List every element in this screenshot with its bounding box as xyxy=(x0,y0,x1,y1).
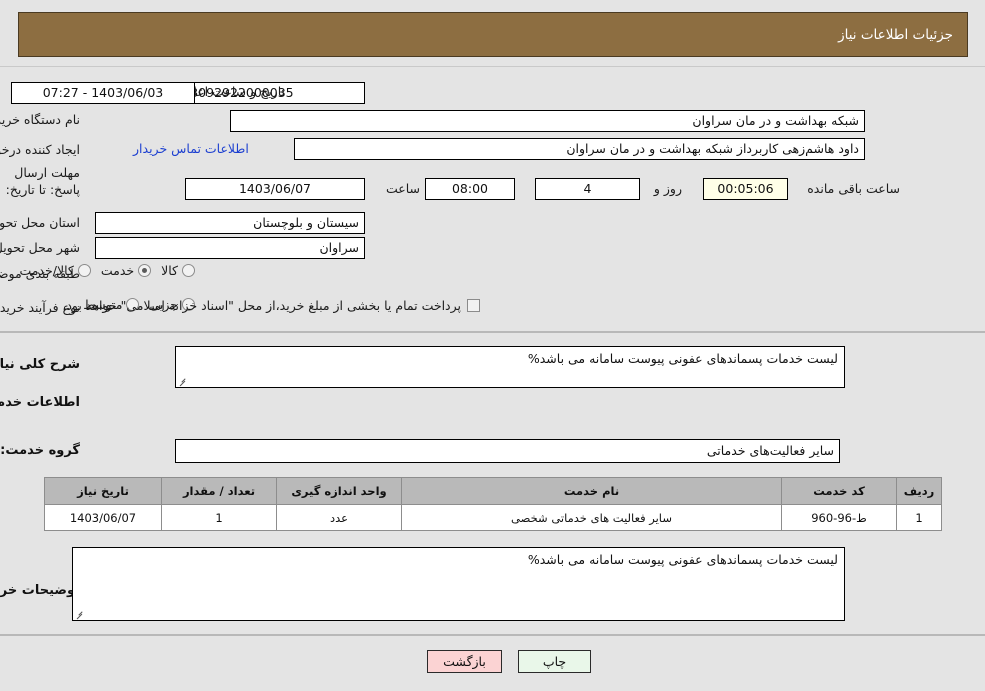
checkbox-treasury-docs[interactable] xyxy=(467,299,480,312)
radio-category-kala-label: کالا xyxy=(161,263,178,278)
radio-category-kala-khedmat-label: کالا/خدمت xyxy=(19,263,74,278)
radio-category-khedmat-label: خدمت xyxy=(100,263,135,278)
page-root: AriaTender.net جزئیات اطلاعات نیاز شماره… xyxy=(0,0,985,691)
creator-value: داود هاشم‌زهی کاربرداز شبکه بهداشت و در … xyxy=(294,138,865,160)
service-group-label: گروه خدمت: xyxy=(0,443,80,458)
radio-category-kala[interactable] xyxy=(182,264,195,277)
hour-label: ساعت xyxy=(385,181,420,196)
treasury-note-group: پرداخت تمام یا بخشی از مبلغ خرید،از محل … xyxy=(62,298,480,313)
service-group-value: سایر فعالیت‌های خدماتی xyxy=(175,439,840,463)
days-label: روز و xyxy=(653,181,682,196)
th-name: نام خدمت xyxy=(401,477,782,505)
radio-category-kala-khedmat[interactable] xyxy=(77,264,91,277)
province-label: استان محل تحویل: xyxy=(0,215,80,230)
buyer-org-value: شبکه بهداشت و در مان سراوان xyxy=(230,110,865,132)
print-button[interactable]: چاپ xyxy=(518,650,591,673)
buyer-org-label: نام دستگاه خریدار: xyxy=(0,112,80,127)
td-qty: 1 xyxy=(161,504,277,531)
treasury-note-label: پرداخت تمام یا بخشی از مبلغ خرید،از محل … xyxy=(62,298,461,313)
back-button[interactable]: بازگشت xyxy=(427,650,502,673)
td-unit: عدد xyxy=(276,504,402,531)
buyer-notes-label: توضیحات خریدار: xyxy=(0,583,80,598)
resize-grip-icon[interactable] xyxy=(178,376,188,386)
th-unit: واحد اندازه گیری xyxy=(276,477,402,505)
services-table-wrap: ردیف کد خدمت نام خدمت واحد اندازه گیری ت… xyxy=(44,477,942,531)
table-row: 1 ط-96-960 سایر فعالیت های خدماتی شخصی ع… xyxy=(44,504,942,531)
table-header-row: ردیف کد خدمت نام خدمت واحد اندازه گیری ت… xyxy=(44,477,942,505)
th-row: ردیف xyxy=(896,477,942,505)
th-qty: تعداد / مقدار xyxy=(161,477,277,505)
deadline-date-value: 1403/06/07 xyxy=(185,178,365,200)
deadline-label: مهلت ارسال پاسخ: تا تاریخ: xyxy=(5,165,80,197)
td-name: سایر فعالیت های خدماتی شخصی xyxy=(401,504,782,531)
countdown-value: 00:05:06 xyxy=(703,178,788,200)
buyer-notes-value: لیست خدمات پسماندهای عفونی پیوست سامانه … xyxy=(527,552,838,567)
td-row: 1 xyxy=(896,504,942,531)
buyer-notes-textarea[interactable]: لیست خدمات پسماندهای عفونی پیوست سامانه … xyxy=(72,547,845,621)
resize-grip-icon-2[interactable] xyxy=(75,609,85,619)
remaining-days-value: 4 xyxy=(535,178,640,200)
td-date: 1403/06/07 xyxy=(44,504,162,531)
city-value: سراوان xyxy=(95,237,365,259)
page-header: جزئیات اطلاعات نیاز xyxy=(18,12,968,57)
need-summary-label: شرح کلی نیاز: xyxy=(0,357,80,372)
creator-label: ایجاد کننده درخواست: xyxy=(0,142,80,157)
deadline-hour-value: 08:00 xyxy=(425,178,515,200)
radio-category-khedmat[interactable] xyxy=(138,264,152,277)
services-table: ردیف کد خدمت نام خدمت واحد اندازه گیری ت… xyxy=(44,477,942,531)
services-section-title: اطلاعات خدمات مورد نیاز xyxy=(0,395,80,410)
province-value: سیستان و بلوچستان xyxy=(95,212,365,234)
buyer-contact-link[interactable]: اطلاعات تماس خریدار xyxy=(133,141,249,156)
city-label: شهر محل تحویل: xyxy=(0,240,80,255)
page-title: جزئیات اطلاعات نیاز xyxy=(838,26,953,43)
need-summary-textarea[interactable]: لیست خدمات پسماندهای عفونی پیوست سامانه … xyxy=(175,346,845,388)
countdown-label: ساعت باقی مانده xyxy=(807,181,900,196)
category-radio-group: کالا خدمت کالا/خدمت xyxy=(9,263,195,278)
td-code: ط-96-960 xyxy=(781,504,897,531)
th-date: تاریخ نیاز xyxy=(44,477,162,505)
announce-value: 1403/06/03 - 07:27 xyxy=(11,82,195,104)
need-summary-value: لیست خدمات پسماندهای عفونی پیوست سامانه … xyxy=(527,351,838,366)
th-code: کد خدمت xyxy=(781,477,897,505)
